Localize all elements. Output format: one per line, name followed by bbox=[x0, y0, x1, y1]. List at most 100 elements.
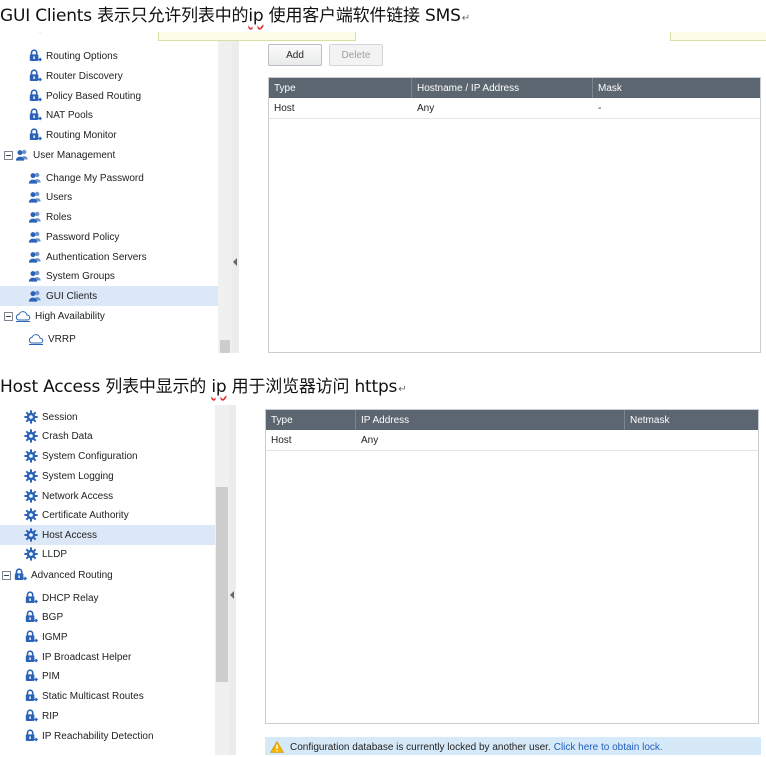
tree-item-label: High Availability bbox=[35, 310, 105, 322]
cell-mask: - bbox=[598, 103, 602, 114]
delete-button[interactable]: Delete bbox=[329, 44, 383, 66]
obtain-lock-link[interactable]: Click here to obtain lock. bbox=[554, 742, 663, 753]
tree-item-label: LLDP bbox=[42, 548, 68, 560]
host-access-screenshot: Session Crash Data System Configuration Sys… bbox=[0, 405, 766, 755]
tree-item-label: Crash Data bbox=[42, 430, 93, 442]
tree-item-dhcp-relay[interactable]: DHCP Relay bbox=[0, 588, 215, 608]
tree-item-static-multicast-routes[interactable]: Static Multicast Routes bbox=[0, 686, 215, 706]
users-icon bbox=[28, 210, 42, 224]
routing-lock-icon bbox=[24, 709, 39, 723]
tree-item-label: Authentication Servers bbox=[46, 251, 147, 263]
tree-item-igmp[interactable]: IGMP bbox=[0, 627, 215, 647]
tree-item-label: System Configuration bbox=[42, 450, 138, 462]
tree-item-router-discovery[interactable]: Router Discovery bbox=[0, 66, 218, 86]
users-icon bbox=[28, 190, 42, 204]
tree-item-authentication-servers[interactable]: Authentication Servers bbox=[0, 247, 218, 267]
tree-item-gui-clients[interactable]: GUI Clients bbox=[0, 286, 218, 306]
tree-item-label: BGP bbox=[42, 611, 64, 623]
tree-item-change-my-password[interactable]: Change My Password bbox=[0, 168, 218, 188]
tree-item-label: IP Broadcast Helper bbox=[42, 651, 132, 663]
column-header-netmask[interactable]: Netmask bbox=[625, 410, 758, 430]
tree-item-ip-reachability-detection[interactable]: IP Reachability Detection bbox=[0, 726, 215, 746]
tree-item-label: Password Policy bbox=[46, 231, 120, 243]
routing-lock-icon bbox=[13, 568, 28, 582]
tree-scrollbar[interactable] bbox=[218, 32, 232, 353]
scrollbar-thumb[interactable] bbox=[216, 487, 228, 682]
tree-item-label: Session bbox=[42, 411, 78, 423]
tree-item-users[interactable]: Users bbox=[0, 187, 218, 207]
tree-item-rip[interactable]: RIP bbox=[0, 706, 215, 726]
tree-item-system-logging[interactable]: System Logging bbox=[0, 466, 215, 486]
tree-item-advanced-routing[interactable]: Advanced Routing bbox=[0, 565, 215, 585]
tree-item-session[interactable]: Session bbox=[0, 407, 215, 427]
tree-item-label: PIM bbox=[42, 670, 60, 682]
caption-text: GUI Clients 表示只允许列表中的 bbox=[0, 6, 249, 26]
caption-text: Host Access 列表中显示的 bbox=[0, 377, 212, 397]
tree-item-policy-based-routing[interactable]: Policy Based Routing bbox=[0, 86, 218, 106]
tree-item-password-policy[interactable]: Password Policy bbox=[0, 227, 218, 247]
tree-item-label: VRRP bbox=[48, 333, 76, 345]
tree-item-label: Change My Password bbox=[46, 172, 144, 184]
tree-item-label: User Management bbox=[33, 149, 116, 161]
add-button[interactable]: Add bbox=[268, 44, 322, 66]
column-header-mask[interactable]: Mask bbox=[593, 78, 760, 98]
tree-item-label: Roles bbox=[46, 211, 72, 223]
tree-item-user-management[interactable]: User Management bbox=[0, 145, 218, 165]
tree-item-label: IP Reachability Detection bbox=[42, 730, 154, 742]
cell-type: Host bbox=[271, 435, 292, 446]
cloud-icon bbox=[28, 332, 44, 346]
tree-item-bgp[interactable]: BGP bbox=[0, 607, 215, 627]
tree-item-routing-options[interactable]: Routing Options bbox=[0, 46, 218, 66]
tree-item-nat-pools[interactable]: NAT Pools bbox=[0, 105, 218, 125]
tree-item-network-access[interactable]: Network Access bbox=[0, 486, 215, 506]
tree-item-label: Route Redistribution bbox=[46, 32, 137, 33]
users-icon bbox=[28, 289, 42, 303]
tree-item-pim[interactable]: PIM bbox=[0, 666, 215, 686]
column-header-type[interactable]: Type bbox=[269, 78, 412, 98]
tree-item-label: Policy Based Routing bbox=[46, 90, 142, 102]
gui-clients-table: Type Hostname / IP Address Mask Host Any… bbox=[268, 77, 761, 353]
routing-lock-icon bbox=[24, 729, 39, 743]
pane-splitter[interactable] bbox=[232, 32, 239, 353]
tree-item-high-availability[interactable]: High Availability bbox=[0, 306, 218, 326]
tree-item-routing-monitor[interactable]: Routing Monitor bbox=[0, 125, 218, 145]
tree-item-label: System Logging bbox=[42, 470, 114, 482]
gear-icon bbox=[24, 508, 38, 522]
gui-clients-screenshot: Route Redistribution Routing Options Route… bbox=[0, 32, 766, 353]
column-header-ip-address[interactable]: IP Address bbox=[356, 410, 625, 430]
cell-ip-address: Any bbox=[361, 435, 379, 446]
gear-icon bbox=[24, 449, 38, 463]
cell-type: Host bbox=[274, 103, 295, 114]
table-row[interactable]: Host Any - bbox=[269, 99, 760, 119]
collapse-toggle-icon[interactable] bbox=[2, 570, 11, 580]
tree-item-roles[interactable]: Roles bbox=[0, 207, 218, 227]
tree-item-certificate-authority[interactable]: Certificate Authority bbox=[0, 505, 215, 525]
table-header: Type Hostname / IP Address Mask bbox=[269, 78, 760, 98]
routing-lock-icon bbox=[24, 650, 39, 664]
tree-item-label: NAT Pools bbox=[46, 109, 93, 121]
tree-item-crash-data[interactable]: Crash Data bbox=[0, 426, 215, 446]
collapse-toggle-icon[interactable] bbox=[4, 150, 13, 160]
tree-item-vrrp[interactable]: VRRP bbox=[0, 329, 218, 349]
tree-item-label: System Groups bbox=[46, 270, 115, 282]
pane-splitter[interactable] bbox=[229, 405, 236, 755]
gear-icon bbox=[24, 469, 38, 483]
caption-host-access: Host Access 列表中显示的 ip 用于浏览器访问 https↵ bbox=[0, 372, 407, 397]
column-header-type[interactable]: Type bbox=[266, 410, 356, 430]
tree-item-lldp[interactable]: LLDP bbox=[0, 544, 215, 564]
collapse-toggle-icon[interactable] bbox=[4, 311, 13, 321]
warning-icon bbox=[270, 741, 284, 753]
table-row[interactable]: Host Any bbox=[266, 431, 758, 451]
routing-lock-icon bbox=[28, 128, 43, 142]
scrollbar-thumb[interactable] bbox=[220, 340, 230, 353]
tree-item-host-access[interactable]: Host Access bbox=[0, 525, 215, 545]
tree-scrollbar[interactable] bbox=[215, 405, 229, 755]
collapse-arrow-icon[interactable] bbox=[230, 591, 234, 599]
lock-notice-bar: Configuration database is currently lock… bbox=[265, 737, 761, 755]
tree-item-system-groups[interactable]: System Groups bbox=[0, 266, 218, 286]
tree-item-system-configuration[interactable]: System Configuration bbox=[0, 446, 215, 466]
collapse-arrow-icon[interactable] bbox=[233, 258, 237, 266]
gear-icon bbox=[24, 547, 38, 561]
tree-item-ip-broadcast-helper[interactable]: IP Broadcast Helper bbox=[0, 647, 215, 667]
column-header-hostname[interactable]: Hostname / IP Address bbox=[412, 78, 593, 98]
